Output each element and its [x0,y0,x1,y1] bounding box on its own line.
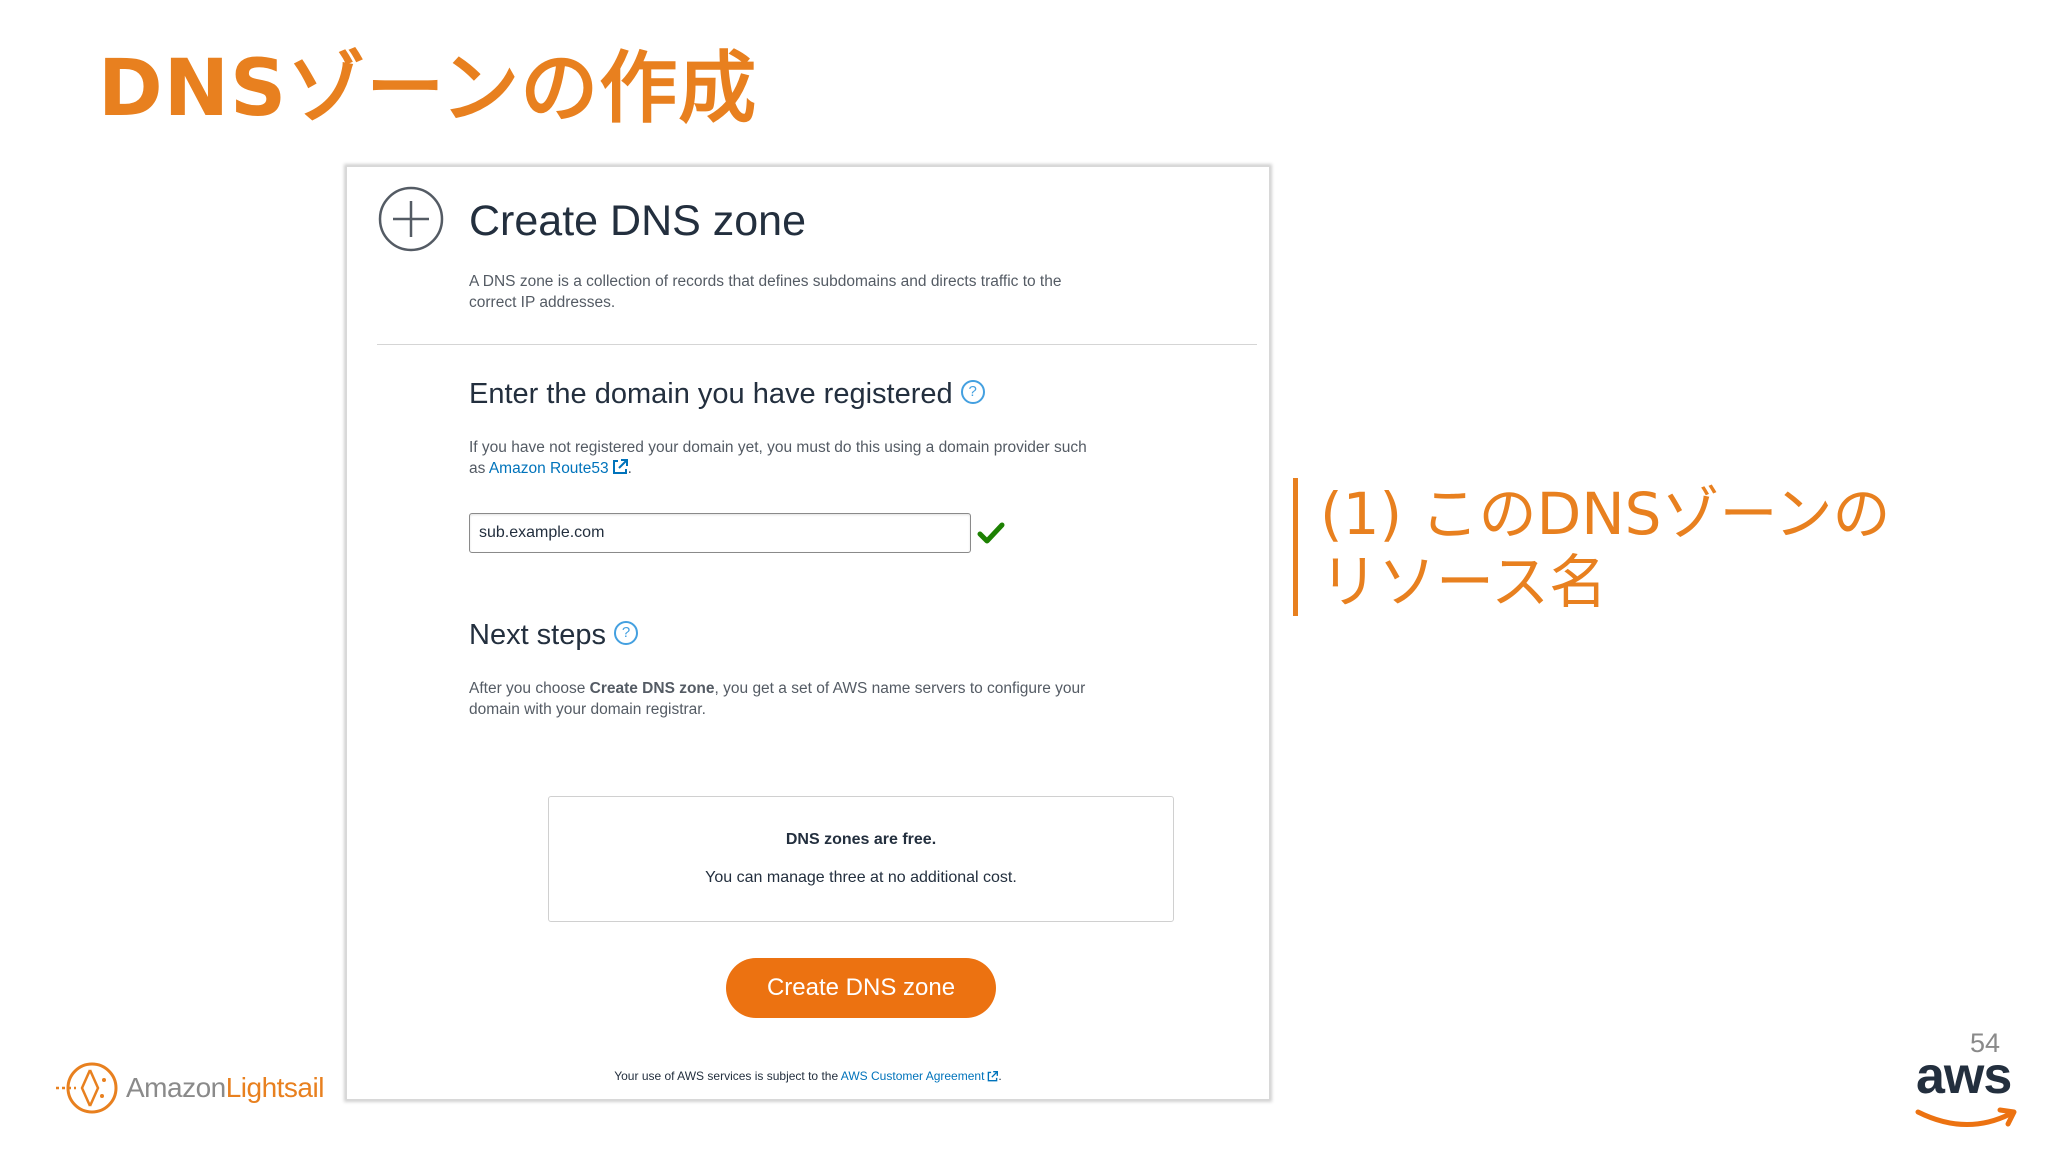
aws-smile-icon [1915,1107,2017,1127]
plus-circle-icon [378,186,444,252]
next-steps-description: After you choose Create DNS zone, you ge… [469,678,1089,720]
lightsail-brand: AmazonLightsail [126,1072,324,1104]
info-box-subtitle: You can manage three at no additional co… [705,869,1017,886]
create-dns-zone-card: Create DNS zone A DNS zone is a collecti… [346,166,1270,1100]
aws-logo: aws [1916,1047,2012,1105]
card-title: Create DNS zone [469,197,806,245]
external-link-icon[interactable] [987,1071,999,1082]
footer-prefix: Your use of AWS services is subject to t… [614,1069,841,1083]
route53-link[interactable]: Amazon Route53 [489,460,609,477]
footer-suffix: . [998,1069,1002,1083]
customer-agreement-link[interactable]: AWS Customer Agreement [841,1069,985,1083]
next-steps-title: Next steps? [469,619,638,652]
slide-title: DNSゾーンの作成 [98,44,758,134]
next-steps-desc-prefix: After you choose [469,680,590,697]
domain-section-title: Enter the domain you have registered? [469,378,985,411]
external-link-icon[interactable] [612,459,628,475]
pricing-info-box: DNS zones are free. You can manage three… [548,796,1174,922]
info-box-title: DNS zones are free. [785,831,937,848]
card-description: A DNS zone is a collection of records th… [469,273,1062,311]
annotation-text: (1) このDNSゾーンのリソース名 [1320,480,1891,616]
check-icon [977,522,1005,544]
domain-section-title-text: Enter the domain you have registered [469,378,953,410]
domain-desc-suffix: . [627,460,632,477]
domain-section-description: If you have not registered your domain y… [469,437,1089,479]
next-steps-desc-bold: Create DNS zone [589,680,715,697]
brand-lightsail: Lightsail [225,1072,325,1103]
next-steps-title-text: Next steps [469,619,606,651]
footer-note: Your use of AWS services is subject to t… [347,1069,1269,1083]
create-dns-zone-button[interactable]: Create DNS zone [726,958,996,1018]
lightsail-logo-icon [56,1062,118,1114]
help-icon[interactable]: ? [960,380,985,405]
annotation-bar [1293,478,1298,616]
brand-amazon: Amazon [126,1072,226,1103]
domain-input[interactable] [469,513,971,553]
divider [377,344,1257,345]
help-icon[interactable]: ? [614,621,638,646]
